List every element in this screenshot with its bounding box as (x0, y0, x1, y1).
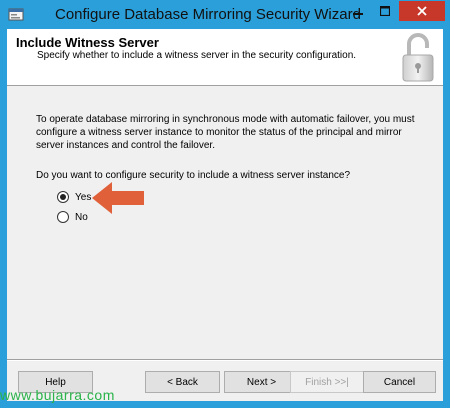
title-bar[interactable]: Configure Database Mirroring Security Wi… (0, 0, 450, 29)
finish-button: Finish >>| (290, 371, 364, 393)
window-title: Configure Database Mirroring Security Wi… (55, 6, 361, 23)
radio-yes[interactable]: Yes (57, 189, 91, 205)
minimize-button[interactable] (345, 1, 371, 21)
cancel-button[interactable]: Cancel (363, 371, 436, 393)
witness-question: Do you want to configure security to inc… (36, 170, 351, 181)
site-watermark: www.bujarra.com (0, 387, 115, 403)
maximize-button[interactable] (372, 1, 398, 21)
radio-yes-label[interactable]: Yes (75, 192, 91, 203)
radio-no-label[interactable]: No (75, 212, 88, 223)
radio-selected-dot (60, 194, 66, 200)
maximize-icon (380, 6, 390, 16)
footer-separator (7, 359, 443, 361)
wizard-body: Include Witness Server Specify whether t… (7, 29, 443, 401)
radio-no[interactable]: No (57, 209, 88, 225)
description-text: To operate database mirroring in synchro… (36, 114, 415, 151)
close-icon (417, 6, 427, 16)
page-header: Include Witness Server Specify whether t… (7, 29, 443, 86)
next-button[interactable]: Next > (224, 371, 299, 393)
radio-yes-circle[interactable] (57, 191, 69, 203)
page-title: Include Witness Server (16, 35, 159, 50)
radio-no-circle[interactable] (57, 211, 69, 223)
minimize-icon (353, 13, 363, 15)
close-button[interactable] (399, 1, 445, 21)
wizard-window: Configure Database Mirroring Security Wi… (0, 0, 450, 408)
annotation-arrow-icon (92, 182, 144, 214)
page-subtitle: Specify whether to include a witness ser… (37, 50, 357, 61)
wizard-app-icon (8, 8, 24, 21)
padlock-icon (402, 33, 434, 82)
back-button[interactable]: < Back (145, 371, 220, 393)
